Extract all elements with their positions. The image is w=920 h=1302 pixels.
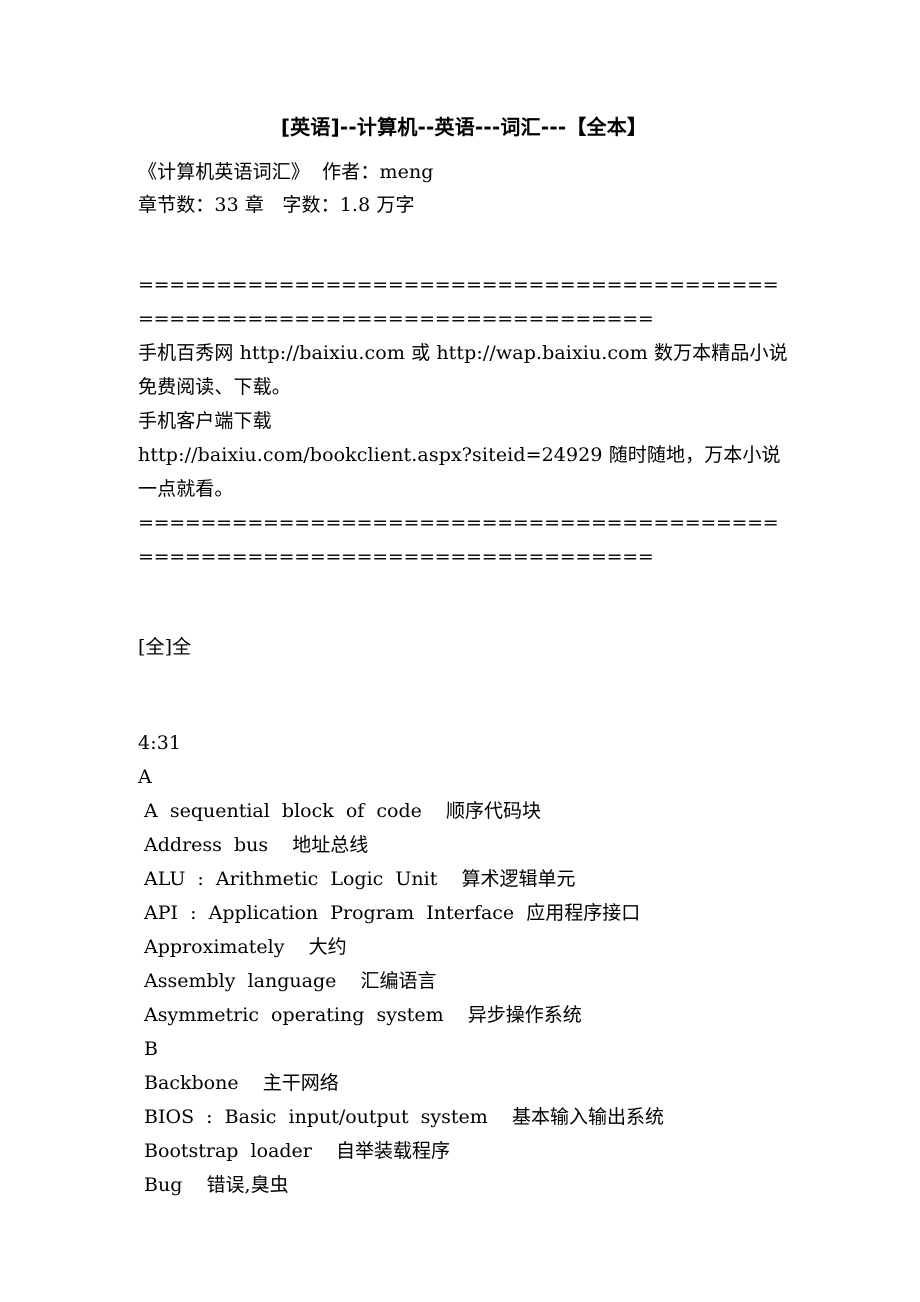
volume-marker: [全]全 [138,636,192,658]
glossary-entry: Address bus 地址总线 [138,834,369,856]
chapter-info: 章节数：33 章 字数：1.8 万字 [138,194,415,216]
timestamp: 4:31 [138,732,182,754]
promo-site-line: 手机百秀网 http://baixiu.com 或 http://wap.bai… [138,342,788,398]
section-letter-a: A [138,766,152,788]
book-info: 《计算机英语词汇》 作者：meng [138,161,434,183]
glossary-entry: Asymmetric operating system 异步操作系统 [138,1004,582,1026]
glossary-entry: ALU : Arithmetic Logic Unit 算术逻辑单元 [138,868,576,890]
glossary-entry: BIOS : Basic input/output system 基本输入输出系… [138,1106,664,1128]
glossary-entry: Approximately 大约 [138,936,347,958]
document-page: [英语]--计算机--英语---词汇---【全本】 《计算机英语词汇》 作者：m… [0,0,920,1302]
glossary-entry: API : Application Program Interface 应用程序… [138,902,641,924]
separator-bottom: ========================================… [138,512,779,568]
glossary-list: A A sequential block of code 顺序代码块 Addre… [138,760,790,1202]
glossary-entry: Bug 错误,臭虫 [138,1174,289,1196]
spacer-before-volume-marker [138,574,790,630]
spacer-before-separator [138,222,790,268]
glossary-entry: Backbone 主干网络 [138,1072,339,1094]
separator-top: ========================================… [138,274,779,330]
glossary-entry: A sequential block of code 顺序代码块 [138,800,542,822]
glossary-entry: Bootstrap loader 自举装载程序 [138,1140,451,1162]
promo-client-url-line: http://baixiu.com/bookclient.aspx?siteid… [138,444,781,500]
section-letter-b: B [138,1038,159,1060]
promo-client-label: 手机客户端下载 [138,410,272,432]
page-title: [英语]--计算机--英语---词汇---【全本】 [280,115,648,139]
glossary-entry: Assembly language 汇编语言 [138,970,437,992]
spacer-before-timestamp [138,664,790,726]
